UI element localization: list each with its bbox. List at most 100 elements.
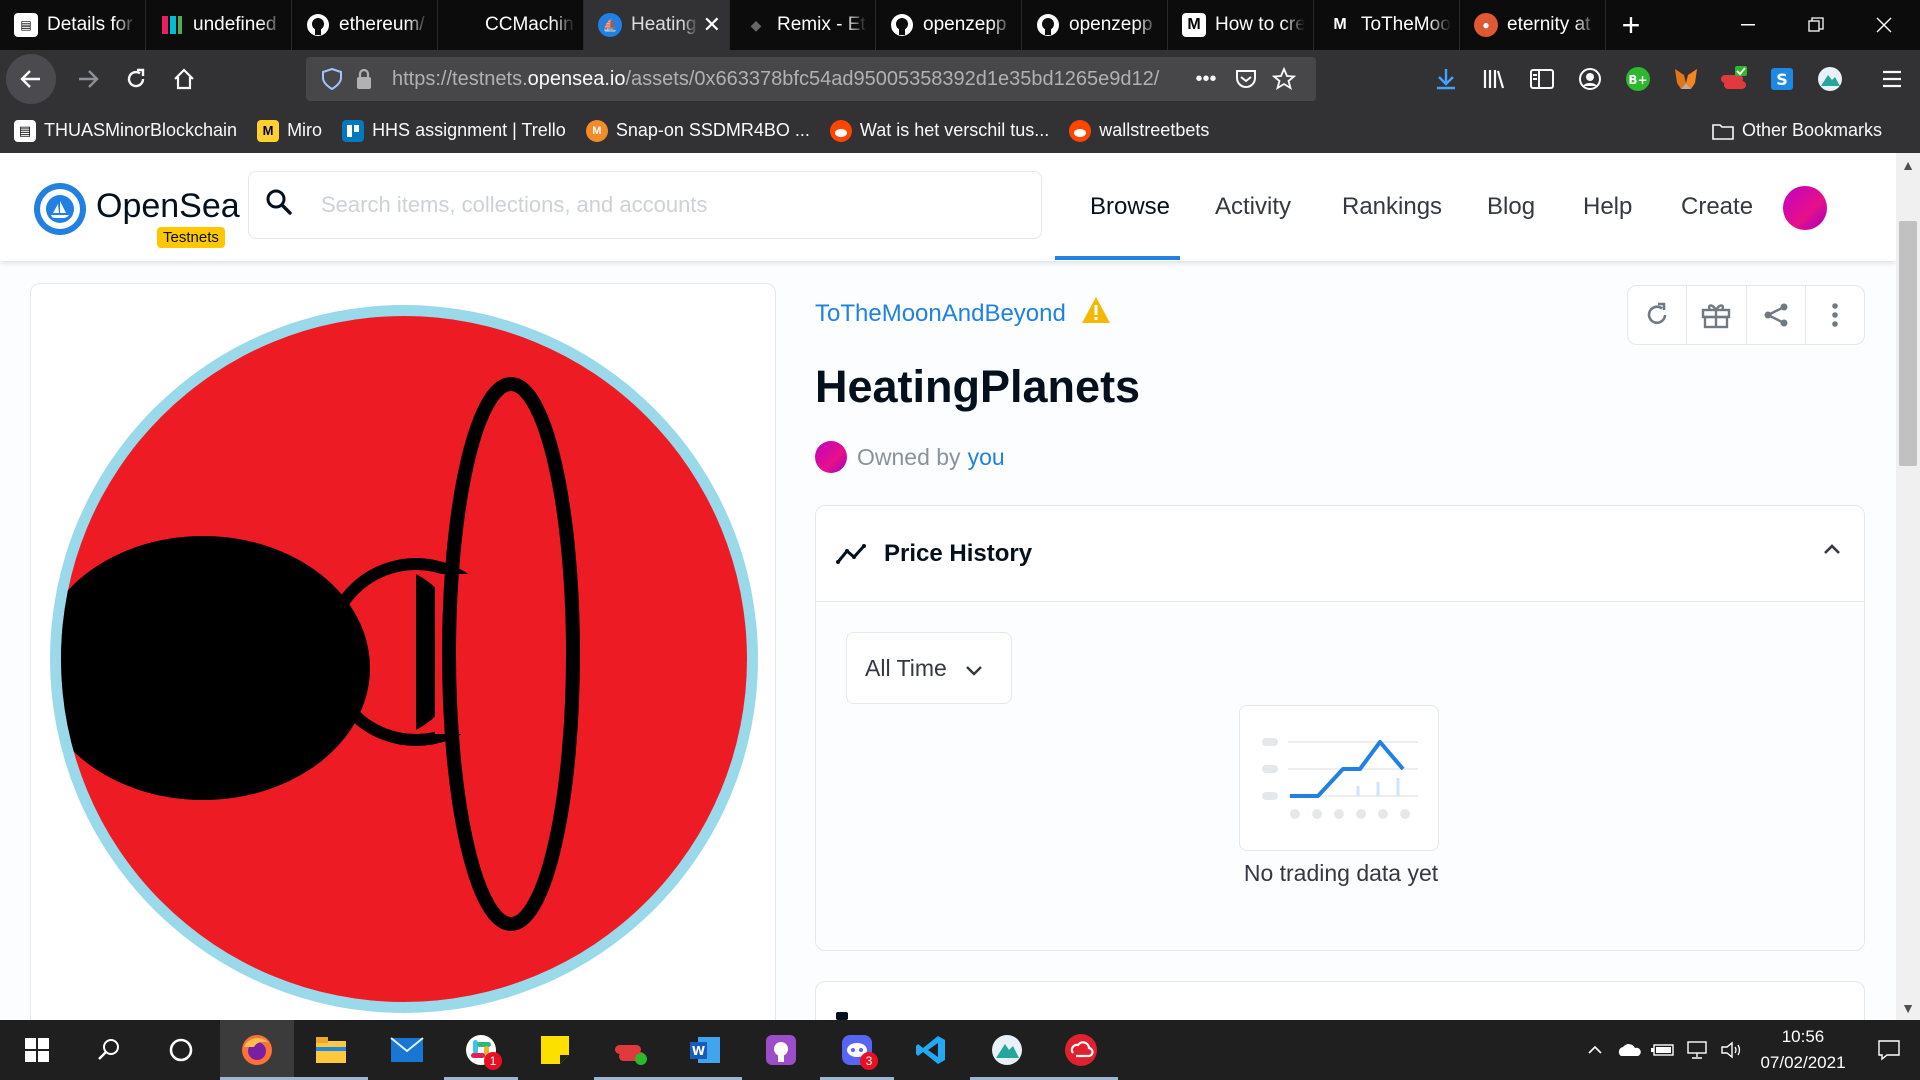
taskbar-github-desktop[interactable] xyxy=(744,1020,818,1080)
asset-image-panel[interactable] xyxy=(30,283,776,1020)
collection-link[interactable]: ToTheMoonAndBeyond xyxy=(815,295,1112,332)
nav-create[interactable]: Create xyxy=(1681,153,1753,261)
action-center-icon[interactable] xyxy=(1858,1039,1920,1061)
taskbar-slack[interactable]: 1 xyxy=(444,1020,518,1080)
browser-tab[interactable]: ◆ Remix - Et xyxy=(730,0,876,50)
sidebar-icon[interactable] xyxy=(1524,61,1560,97)
trending-chart-icon xyxy=(836,543,866,564)
bookmark-item[interactable]: M Miro xyxy=(257,119,323,142)
scroll-down-arrow-icon[interactable]: ▼ xyxy=(1896,996,1920,1020)
nav-blog[interactable]: Blog xyxy=(1487,153,1535,261)
nav-browse[interactable]: Browse xyxy=(1090,153,1170,261)
metamask-icon[interactable] xyxy=(1668,61,1704,97)
forward-button[interactable] xyxy=(64,55,112,103)
period-select[interactable]: All Time xyxy=(846,632,1012,704)
extension-mountain-icon[interactable] xyxy=(1812,61,1848,97)
avatar[interactable] xyxy=(1783,186,1827,230)
transfer-button[interactable] xyxy=(1687,286,1747,344)
close-tab-icon[interactable]: ✕ xyxy=(703,12,721,38)
taskbar-mountain-app[interactable] xyxy=(970,1020,1044,1080)
chevron-up-icon[interactable] xyxy=(1822,542,1842,561)
taskbar-vscode[interactable] xyxy=(894,1020,968,1080)
bookmark-item[interactable]: Wat is het verschil tus... xyxy=(829,119,1049,142)
owner-link[interactable]: you xyxy=(968,444,1005,471)
taskbar-word[interactable]: W xyxy=(668,1020,742,1080)
browser-tab[interactable]: undefined xyxy=(146,0,292,50)
scrollbar-thumb[interactable] xyxy=(1899,221,1917,466)
taskbar-file-explorer[interactable] xyxy=(294,1020,368,1080)
nav-activity[interactable]: Activity xyxy=(1215,153,1291,261)
opensea-logo-icon[interactable] xyxy=(34,183,86,235)
bookmark-label: Miro xyxy=(287,120,323,140)
taskbar-sticky-notes[interactable] xyxy=(518,1020,592,1080)
hamburger-menu-icon[interactable] xyxy=(1874,61,1910,97)
close-window-button[interactable] xyxy=(1850,0,1918,50)
minimize-button[interactable] xyxy=(1714,0,1782,50)
opensea-header: OpenSea Testnets Browse Activity Ranking… xyxy=(0,153,1896,261)
tab-title: eternity at xyxy=(1507,14,1591,35)
trello-icon xyxy=(342,119,365,142)
scroll-up-arrow-icon[interactable]: ▲ xyxy=(1896,153,1920,177)
browser-tab[interactable]: M ToTheMoo xyxy=(1314,0,1460,50)
taskbar-firefox[interactable] xyxy=(220,1020,294,1080)
back-button[interactable] xyxy=(6,54,56,104)
more-actions-icon[interactable]: ••• xyxy=(1190,63,1222,95)
downloads-icon[interactable] xyxy=(1428,61,1464,97)
browser-tab[interactable]: ethereum/ xyxy=(292,0,438,50)
volume-icon[interactable] xyxy=(1714,1040,1748,1060)
onedrive-icon[interactable] xyxy=(1612,1042,1646,1058)
price-history-header[interactable]: Price History xyxy=(816,506,1864,602)
bookmark-item[interactable]: HHS assignment | Trello xyxy=(342,119,566,142)
account-icon[interactable] xyxy=(1572,61,1608,97)
browser-tab[interactable]: M How to cre xyxy=(1168,0,1314,50)
extension-bplus-icon[interactable]: B+ xyxy=(1620,61,1656,97)
lock-icon[interactable] xyxy=(348,63,380,95)
opensea-brand[interactable]: OpenSea xyxy=(96,187,240,226)
nav-rankings[interactable]: Rankings xyxy=(1342,153,1442,261)
reload-button[interactable] xyxy=(112,55,160,103)
network-icon[interactable] xyxy=(1680,1040,1714,1060)
bookmark-item[interactable]: ▤ THUASMinorBlockchain xyxy=(14,119,237,142)
browser-tab[interactable]: ● eternity at xyxy=(1460,0,1606,50)
library-icon[interactable] xyxy=(1476,61,1512,97)
shield-icon[interactable] xyxy=(316,63,348,95)
collection-name[interactable]: ToTheMoonAndBeyond xyxy=(815,300,1066,328)
new-tab-button[interactable]: + xyxy=(1606,0,1656,50)
restore-button[interactable] xyxy=(1782,0,1850,50)
bookmark-item[interactable]: M Snap-on SSDMR4BO ... xyxy=(585,119,810,142)
battery-icon[interactable] xyxy=(1646,1043,1680,1057)
taskbar-creative-cloud[interactable] xyxy=(1044,1020,1118,1080)
more-options-button[interactable] xyxy=(1806,286,1864,344)
share-button[interactable] xyxy=(1747,286,1806,344)
url-text[interactable]: https://testnets.opensea.io/assets/0x663… xyxy=(392,68,1182,91)
search-bar[interactable] xyxy=(248,171,1042,239)
start-button[interactable] xyxy=(0,1020,74,1080)
chevron-up-icon[interactable] xyxy=(1578,1045,1612,1055)
warning-icon[interactable] xyxy=(1080,295,1112,332)
page-scrollbar[interactable]: ▲ ▼ xyxy=(1896,153,1920,1020)
svg-text:B+: B+ xyxy=(1628,73,1647,87)
browser-tab-active[interactable]: ⛵ Heating ✕ xyxy=(584,0,730,50)
browser-tab[interactable]: ▤ Details for xyxy=(0,0,146,50)
browser-tab[interactable]: openzepp xyxy=(1022,0,1168,50)
taskbar-mail[interactable] xyxy=(370,1020,444,1080)
cortana-button[interactable] xyxy=(144,1020,218,1080)
other-bookmarks[interactable]: Other Bookmarks xyxy=(1712,120,1882,142)
pocket-icon[interactable] xyxy=(1230,63,1262,95)
star-bookmark-icon[interactable] xyxy=(1268,63,1300,95)
nav-help[interactable]: Help xyxy=(1583,153,1632,261)
taskbar-cloud-app[interactable] xyxy=(594,1020,668,1080)
clock[interactable]: 10:56 07/02/2021 xyxy=(1748,1024,1858,1076)
browser-tab[interactable]: openzepp xyxy=(876,0,1022,50)
search-input[interactable] xyxy=(321,192,1021,218)
extension-cloud-icon[interactable] xyxy=(1716,61,1752,97)
browser-tab[interactable]: CCMachine xyxy=(438,0,584,50)
home-button[interactable] xyxy=(160,55,208,103)
taskbar-discord[interactable]: 3 xyxy=(820,1020,894,1080)
bookmark-item[interactable]: wallstreetbets xyxy=(1069,119,1209,142)
owner-avatar[interactable] xyxy=(815,441,847,473)
extension-s-icon[interactable]: S xyxy=(1764,61,1800,97)
address-bar[interactable]: https://testnets.opensea.io/assets/0x663… xyxy=(306,57,1316,101)
refresh-metadata-button[interactable] xyxy=(1628,286,1688,344)
search-taskbar-button[interactable] xyxy=(72,1020,146,1080)
